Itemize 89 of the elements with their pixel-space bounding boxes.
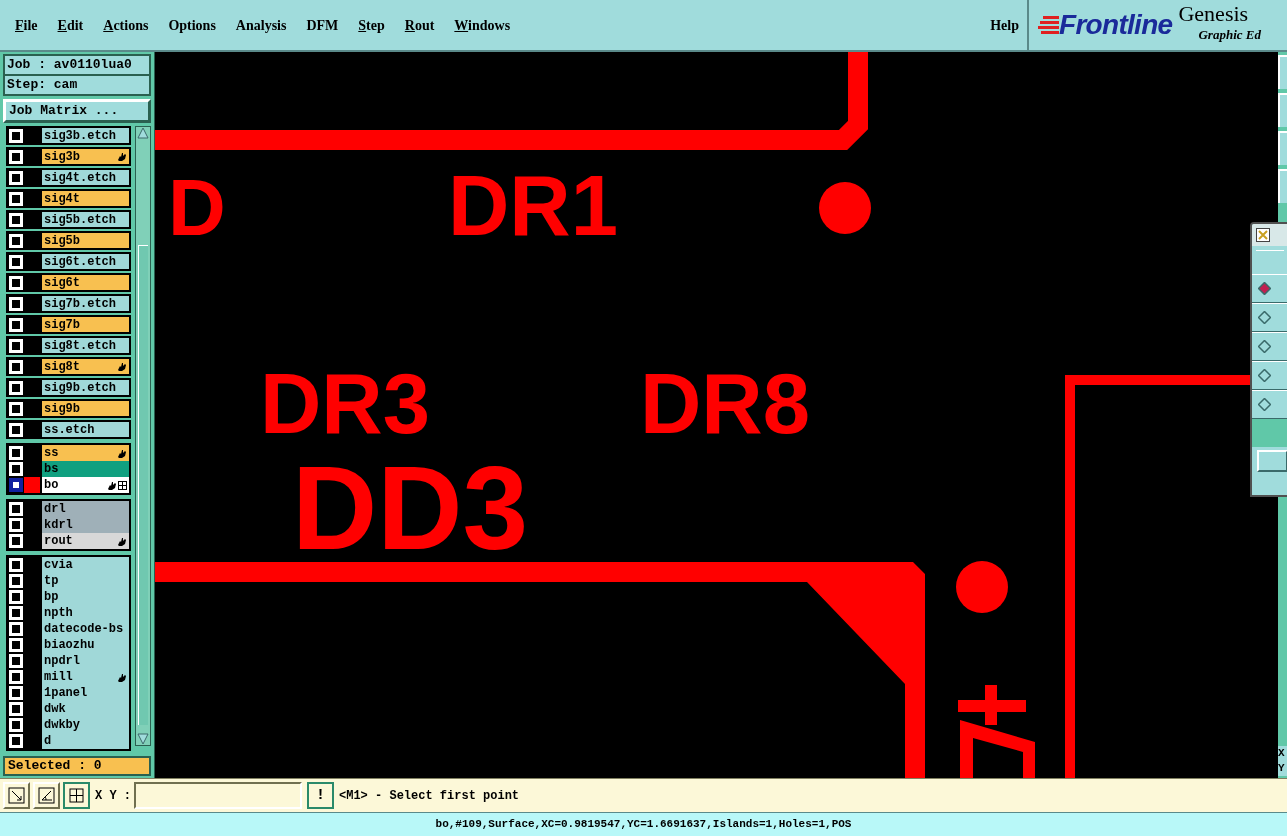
product-title: Genesis <box>1178 1 1250 27</box>
layer-name[interactable]: sig8t.etch <box>42 338 129 353</box>
y-coordinate-label: Y <box>1278 761 1286 776</box>
layer-name[interactable]: cvia <box>42 557 129 573</box>
scroll-thumb[interactable] <box>138 245 148 725</box>
radio-option[interactable] <box>1252 361 1287 390</box>
grid-icon <box>118 480 127 490</box>
layer-name[interactable]: tp <box>42 573 129 589</box>
layer-name[interactable]: sig9b <box>42 401 129 416</box>
grid-icon <box>69 788 84 803</box>
menu-item[interactable]: Analysis <box>235 14 287 36</box>
job-label: Job : av0110lua0 <box>5 56 149 76</box>
layer-name[interactable]: bp <box>42 589 129 605</box>
zoom-box-button[interactable] <box>3 782 30 809</box>
alert-button[interactable]: ! <box>307 782 334 809</box>
layer-name[interactable]: 1panel <box>42 685 129 701</box>
menu-item[interactable]: File <box>15 14 38 36</box>
menu-item[interactable]: Rout <box>404 14 435 36</box>
x-coordinate-label: X <box>1278 746 1286 761</box>
job-matrix-button[interactable]: Job Matrix ... <box>3 99 151 123</box>
layer-name[interactable]: sig4t.etch <box>42 170 129 185</box>
angle-icon <box>38 787 55 804</box>
scroll-down-icon[interactable] <box>137 733 149 745</box>
silkscreen-text: DR1 <box>448 158 618 253</box>
layer-name[interactable]: sig8t <box>42 359 129 374</box>
layer-name[interactable]: mill <box>42 669 129 685</box>
radio-option[interactable] <box>1252 390 1287 419</box>
silkscreen-text: D <box>168 163 226 252</box>
layer-name[interactable]: sig5b.etch <box>42 212 129 227</box>
menu-item[interactable]: Options <box>168 14 216 36</box>
layer-name[interactable]: biaozhu <box>42 637 129 653</box>
menu-item[interactable]: Edit <box>57 14 84 36</box>
layer-name[interactable]: sig3b <box>42 149 129 164</box>
product-subtitle: Graphic Ed <box>1198 27 1261 43</box>
pcb-pad <box>956 561 1008 613</box>
selected-count: Selected : 0 <box>3 756 151 776</box>
status-message: bo,#109,Surface,XC=0.9819547,YC=1.6691637,Islands=1,Holes=1,POS <box>435 817 852 833</box>
layer-name[interactable]: sig6t.etch <box>42 254 129 269</box>
menu-item[interactable]: Step <box>358 14 385 36</box>
xy-input-field[interactable] <box>134 782 302 809</box>
layer-name[interactable]: ss.etch <box>42 422 129 437</box>
layer-name[interactable]: ss <box>42 445 129 461</box>
layer-name[interactable]: sig6t <box>42 275 129 290</box>
menu-item[interactable]: DFM <box>306 14 339 36</box>
layer-name[interactable]: d <box>42 733 129 749</box>
dialog-button[interactable] <box>1257 450 1287 472</box>
radio-diamond-icon[interactable] <box>1258 398 1271 411</box>
radio-diamond-icon[interactable] <box>1258 369 1271 382</box>
layer-checkbox[interactable] <box>9 478 23 492</box>
radio-option[interactable] <box>1252 303 1287 332</box>
layer-name[interactable]: sig9b.etch <box>42 380 129 395</box>
radio-diamond-icon[interactable] <box>1258 340 1271 353</box>
menu-item[interactable]: Windows <box>454 14 511 36</box>
layer-name[interactable]: npdrl <box>42 653 129 669</box>
step-label: Step: cam <box>6 76 79 94</box>
window-icon <box>1256 228 1270 242</box>
radio-diamond-icon[interactable] <box>1258 282 1271 295</box>
layer-name[interactable]: dwkby <box>42 717 129 733</box>
layer-name[interactable]: dwk <box>42 701 129 717</box>
scroll-up-icon[interactable] <box>137 127 149 139</box>
layer-name[interactable]: kdrl <box>42 517 129 533</box>
xy-label: X Y : <box>95 787 131 805</box>
grid-button[interactable] <box>63 782 90 809</box>
silkscreen-text: DR8 <box>640 356 810 451</box>
scrollbar[interactable] <box>135 126 151 746</box>
layer-name[interactable]: bs <box>42 461 129 477</box>
radio-diamond-icon[interactable] <box>1258 311 1271 324</box>
frontline-logo: Frontline <box>1059 11 1173 39</box>
prompt-message: <M1> - Select first point <box>339 787 520 805</box>
dialog-panel <box>1252 419 1287 447</box>
radio-option[interactable] <box>1252 274 1287 303</box>
layer-name[interactable]: bo <box>42 477 129 493</box>
radio-option[interactable] <box>1252 332 1287 361</box>
menu-item[interactable]: Actions <box>103 14 149 36</box>
layer-name[interactable]: sig7b.etch <box>42 296 129 311</box>
pcb-pad <box>819 182 871 234</box>
layer-name[interactable]: sig3b.etch <box>42 128 129 143</box>
layer-name[interactable]: sig4t <box>42 191 129 206</box>
layer-name[interactable]: sig7b <box>42 317 129 332</box>
measure-button[interactable] <box>33 782 60 809</box>
layer-name[interactable]: sig5b <box>42 233 129 248</box>
menu-item[interactable]: Help <box>990 14 1019 36</box>
diagonal-arrow-icon <box>8 787 25 804</box>
layer-name[interactable]: drl <box>42 501 129 517</box>
layer-color-swatch <box>24 477 40 493</box>
layer-name[interactable]: rout <box>42 533 129 549</box>
layer-name[interactable]: npth <box>42 605 129 621</box>
frontline-stripes-icon <box>1037 15 1059 35</box>
layer-name[interactable]: datecode-bs <box>42 621 129 637</box>
